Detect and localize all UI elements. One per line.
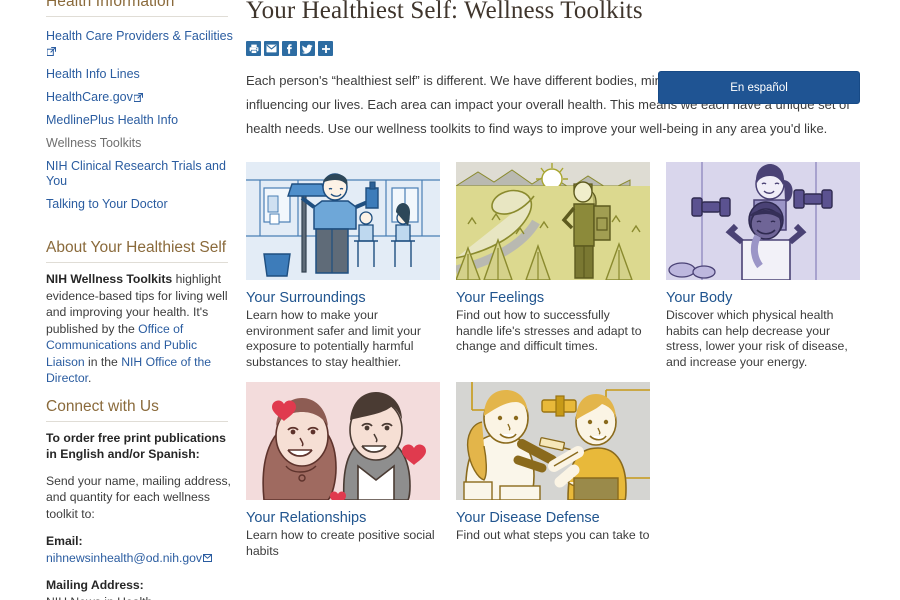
mailing-address-block: Mailing Address: NIH News in Health Bldg… — [46, 577, 232, 600]
sidebar-heading-connect-with-us: Connect with Us — [46, 397, 159, 415]
external-link-icon — [133, 93, 143, 102]
toolkit-card-grid: Your Surroundings Learn how to make your… — [246, 162, 860, 559]
sidebar-link[interactable]: NIH Clinical Research Trials and You — [46, 155, 242, 193]
sidebar-heading-health-information: Health Information — [46, 0, 175, 10]
sidebar-item-label: MedlinePlus Health Info — [46, 113, 179, 127]
card-title-relationships[interactable]: Your Relationships — [246, 509, 440, 527]
card-title-surroundings[interactable]: Your Surroundings — [246, 289, 440, 307]
relationships-illustration[interactable] — [246, 382, 440, 500]
sidebar-link[interactable]: Health Info Lines — [46, 63, 140, 86]
about-text-2: in the — [84, 354, 122, 369]
divider — [46, 16, 228, 17]
email-icon[interactable] — [264, 41, 279, 56]
en-espanol-button[interactable]: En español — [658, 71, 860, 104]
sidebar-item-clinical-research-trials[interactable]: NIH Clinical Research Trials and You — [46, 155, 242, 193]
more-share-icon[interactable] — [318, 41, 333, 56]
about-text-3: . — [88, 371, 92, 385]
sidebar-item-label: Talking to Your Doctor — [46, 197, 168, 211]
sidebar: Health Information Health Care Providers… — [0, 0, 242, 600]
facebook-icon[interactable] — [282, 41, 297, 56]
feelings-illustration[interactable] — [456, 162, 650, 280]
email-line: Email: nihnewsinhealth@od.nih.gov — [46, 533, 232, 566]
external-link-icon — [47, 47, 56, 56]
divider — [46, 420, 228, 422]
page-root: Health Information Health Care Providers… — [0, 0, 900, 600]
sidebar-link-current: Wellness Toolkits — [46, 132, 141, 155]
sidebar-link[interactable]: MedlinePlus Health Info — [46, 109, 178, 132]
card-description: Discover which physical health habits ca… — [666, 308, 848, 369]
sidebar-nav: Health Care Providers & Facilities Healt… — [46, 25, 242, 216]
print-icon[interactable] — [246, 41, 261, 56]
toolkit-card-surroundings[interactable]: Your Surroundings Learn how to make your… — [246, 162, 440, 370]
sidebar-link[interactable]: Talking to Your Doctor — [46, 193, 168, 216]
toolkit-card-relationships[interactable]: Your Relationships Learn how to create p… — [246, 382, 440, 559]
sidebar-item-label: Health Care Providers & Facilities — [46, 29, 233, 43]
sidebar-item-wellness-toolkits[interactable]: Wellness Toolkits — [46, 132, 242, 155]
sidebar-item-talking-to-your-doctor[interactable]: Talking to Your Doctor — [46, 193, 242, 216]
sidebar-item-medlineplus[interactable]: MedlinePlus Health Info — [46, 109, 242, 132]
card-title-disease-defense[interactable]: Your Disease Defense — [456, 509, 650, 527]
sidebar-link[interactable]: Health Care Providers & Facilities — [46, 25, 242, 63]
body-illustration[interactable] — [666, 162, 860, 280]
card-description: Find out what steps you can take to — [456, 528, 650, 542]
twitter-icon[interactable] — [300, 41, 315, 56]
sidebar-item-health-care-providers[interactable]: Health Care Providers & Facilities — [46, 25, 242, 63]
sidebar-item-health-info-lines[interactable]: Health Info Lines — [46, 63, 242, 86]
card-title-body[interactable]: Your Body — [666, 289, 860, 307]
sidebar-heading-about-your-healthiest-self: About Your Healthiest Self — [46, 239, 227, 256]
divider — [46, 262, 228, 263]
order-instructions-text: Send your name, mailing address, and qua… — [46, 473, 231, 521]
card-description: Find out how to successfully handle life… — [456, 308, 642, 353]
order-instructions-bold: To order free print publications in Engl… — [46, 430, 232, 463]
toolkit-card-disease-defense[interactable]: Your Disease Defense Find out what steps… — [456, 382, 650, 559]
sidebar-item-label: NIH Clinical Research Trials and You — [46, 159, 226, 188]
card-description: Learn how to create positive social habi… — [246, 528, 435, 558]
sidebar-item-healthcare-gov[interactable]: HealthCare.gov — [46, 86, 242, 109]
toolkit-card-feelings[interactable]: Your Feelings Find out how to successful… — [456, 162, 650, 370]
share-toolbar — [246, 41, 860, 56]
envelope-icon — [203, 550, 213, 562]
about-bold-text: NIH Wellness Toolkits — [46, 272, 173, 286]
mailing-address-label: Mailing Address: — [46, 578, 144, 592]
sidebar-item-label: Wellness Toolkits — [46, 136, 142, 150]
email-label: Email: — [46, 534, 83, 548]
surroundings-illustration[interactable] — [246, 162, 440, 280]
main-content: Your Healthiest Self: Wellness Toolkits … — [242, 0, 900, 600]
sidebar-link[interactable]: HealthCare.gov — [46, 86, 143, 109]
sidebar-item-label: Health Info Lines — [46, 67, 140, 81]
card-description: Learn how to make your environment safer… — [246, 308, 421, 369]
page-title: Your Healthiest Self: Wellness Toolkits — [246, 0, 643, 24]
toolkit-card-body[interactable]: Your Body Discover which physical health… — [666, 162, 860, 370]
mailing-address-line: NIH News in Health — [46, 595, 152, 600]
about-paragraph: NIH Wellness Toolkits highlight evidence… — [46, 271, 232, 387]
card-title-feelings[interactable]: Your Feelings — [456, 289, 650, 307]
order-bold-text: To order free print publications in Engl… — [46, 430, 226, 462]
intro-section: Each person's “healthiest self” is diffe… — [246, 69, 860, 141]
email-link[interactable]: nihnewsinhealth@od.nih.gov — [46, 551, 202, 565]
sidebar-item-label: HealthCare.gov — [46, 90, 133, 104]
disease-defense-illustration[interactable] — [456, 382, 650, 500]
